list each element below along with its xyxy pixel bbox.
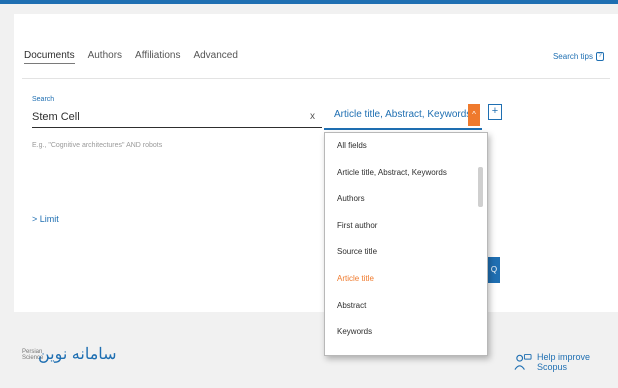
search-field-label: Search <box>32 96 55 103</box>
field-select-value: Article title, Abstract, Keywords <box>334 109 472 120</box>
tab-documents[interactable]: Documents <box>24 50 75 64</box>
clear-search-button[interactable]: x <box>310 111 315 122</box>
search-icon: Q <box>490 265 498 274</box>
scrollbar-thumb[interactable] <box>478 167 483 207</box>
dropdown-item-authors[interactable]: Authors <box>325 186 487 213</box>
help-improve-link[interactable]: Help improve Scopus <box>514 352 618 372</box>
search-panel: Documents Authors Affiliations Advanced … <box>14 14 618 312</box>
dropdown-item-all-fields[interactable]: All fields <box>325 133 487 160</box>
dropdown-item-first-author[interactable]: First author <box>325 213 487 240</box>
logo-small-text: Persian Science <box>22 349 44 361</box>
feedback-people-icon <box>514 353 532 370</box>
help-improve-label: Help improve Scopus <box>536 352 590 372</box>
question-icon: ? <box>596 52 604 61</box>
search-tabs: Documents Authors Affiliations Advanced <box>24 50 238 64</box>
tabs-divider <box>22 78 610 79</box>
add-search-field-button[interactable]: + <box>488 104 502 120</box>
search-button[interactable]: Q <box>488 257 500 283</box>
dropdown-item-article-title[interactable]: Article title <box>325 266 487 293</box>
limit-link[interactable]: > Limit <box>32 214 59 224</box>
field-dropdown-list: All fields Article title, Abstract, Keyw… <box>324 132 488 356</box>
tab-affiliations[interactable]: Affiliations <box>135 50 180 64</box>
dropdown-item-title-abstract-keywords[interactable]: Article title, Abstract, Keywords <box>325 160 487 187</box>
tab-authors[interactable]: Authors <box>88 50 122 64</box>
search-tips-label: Search tips <box>552 52 593 61</box>
chevron-up-icon[interactable]: ^ <box>468 104 480 126</box>
search-example-hint: E.g., "Cognitive architectures" AND robo… <box>32 142 163 149</box>
dropdown-scrollbar[interactable] <box>478 139 483 351</box>
search-field-select[interactable]: Article title, Abstract, Keywords ^ <box>324 96 482 130</box>
site-logo: Persian Science سامانه نوین <box>22 346 117 364</box>
dropdown-item-source-title[interactable]: Source title <box>325 239 487 266</box>
dropdown-item-keywords[interactable]: Keywords <box>325 319 487 346</box>
search-tips-link[interactable]: Search tips ? <box>553 52 604 61</box>
search-input[interactable] <box>32 106 322 128</box>
logo-text: سامانه نوین <box>38 346 117 363</box>
dropdown-item-abstract[interactable]: Abstract <box>325 293 487 320</box>
top-accent-line <box>0 0 618 4</box>
tab-advanced[interactable]: Advanced <box>193 50 237 64</box>
